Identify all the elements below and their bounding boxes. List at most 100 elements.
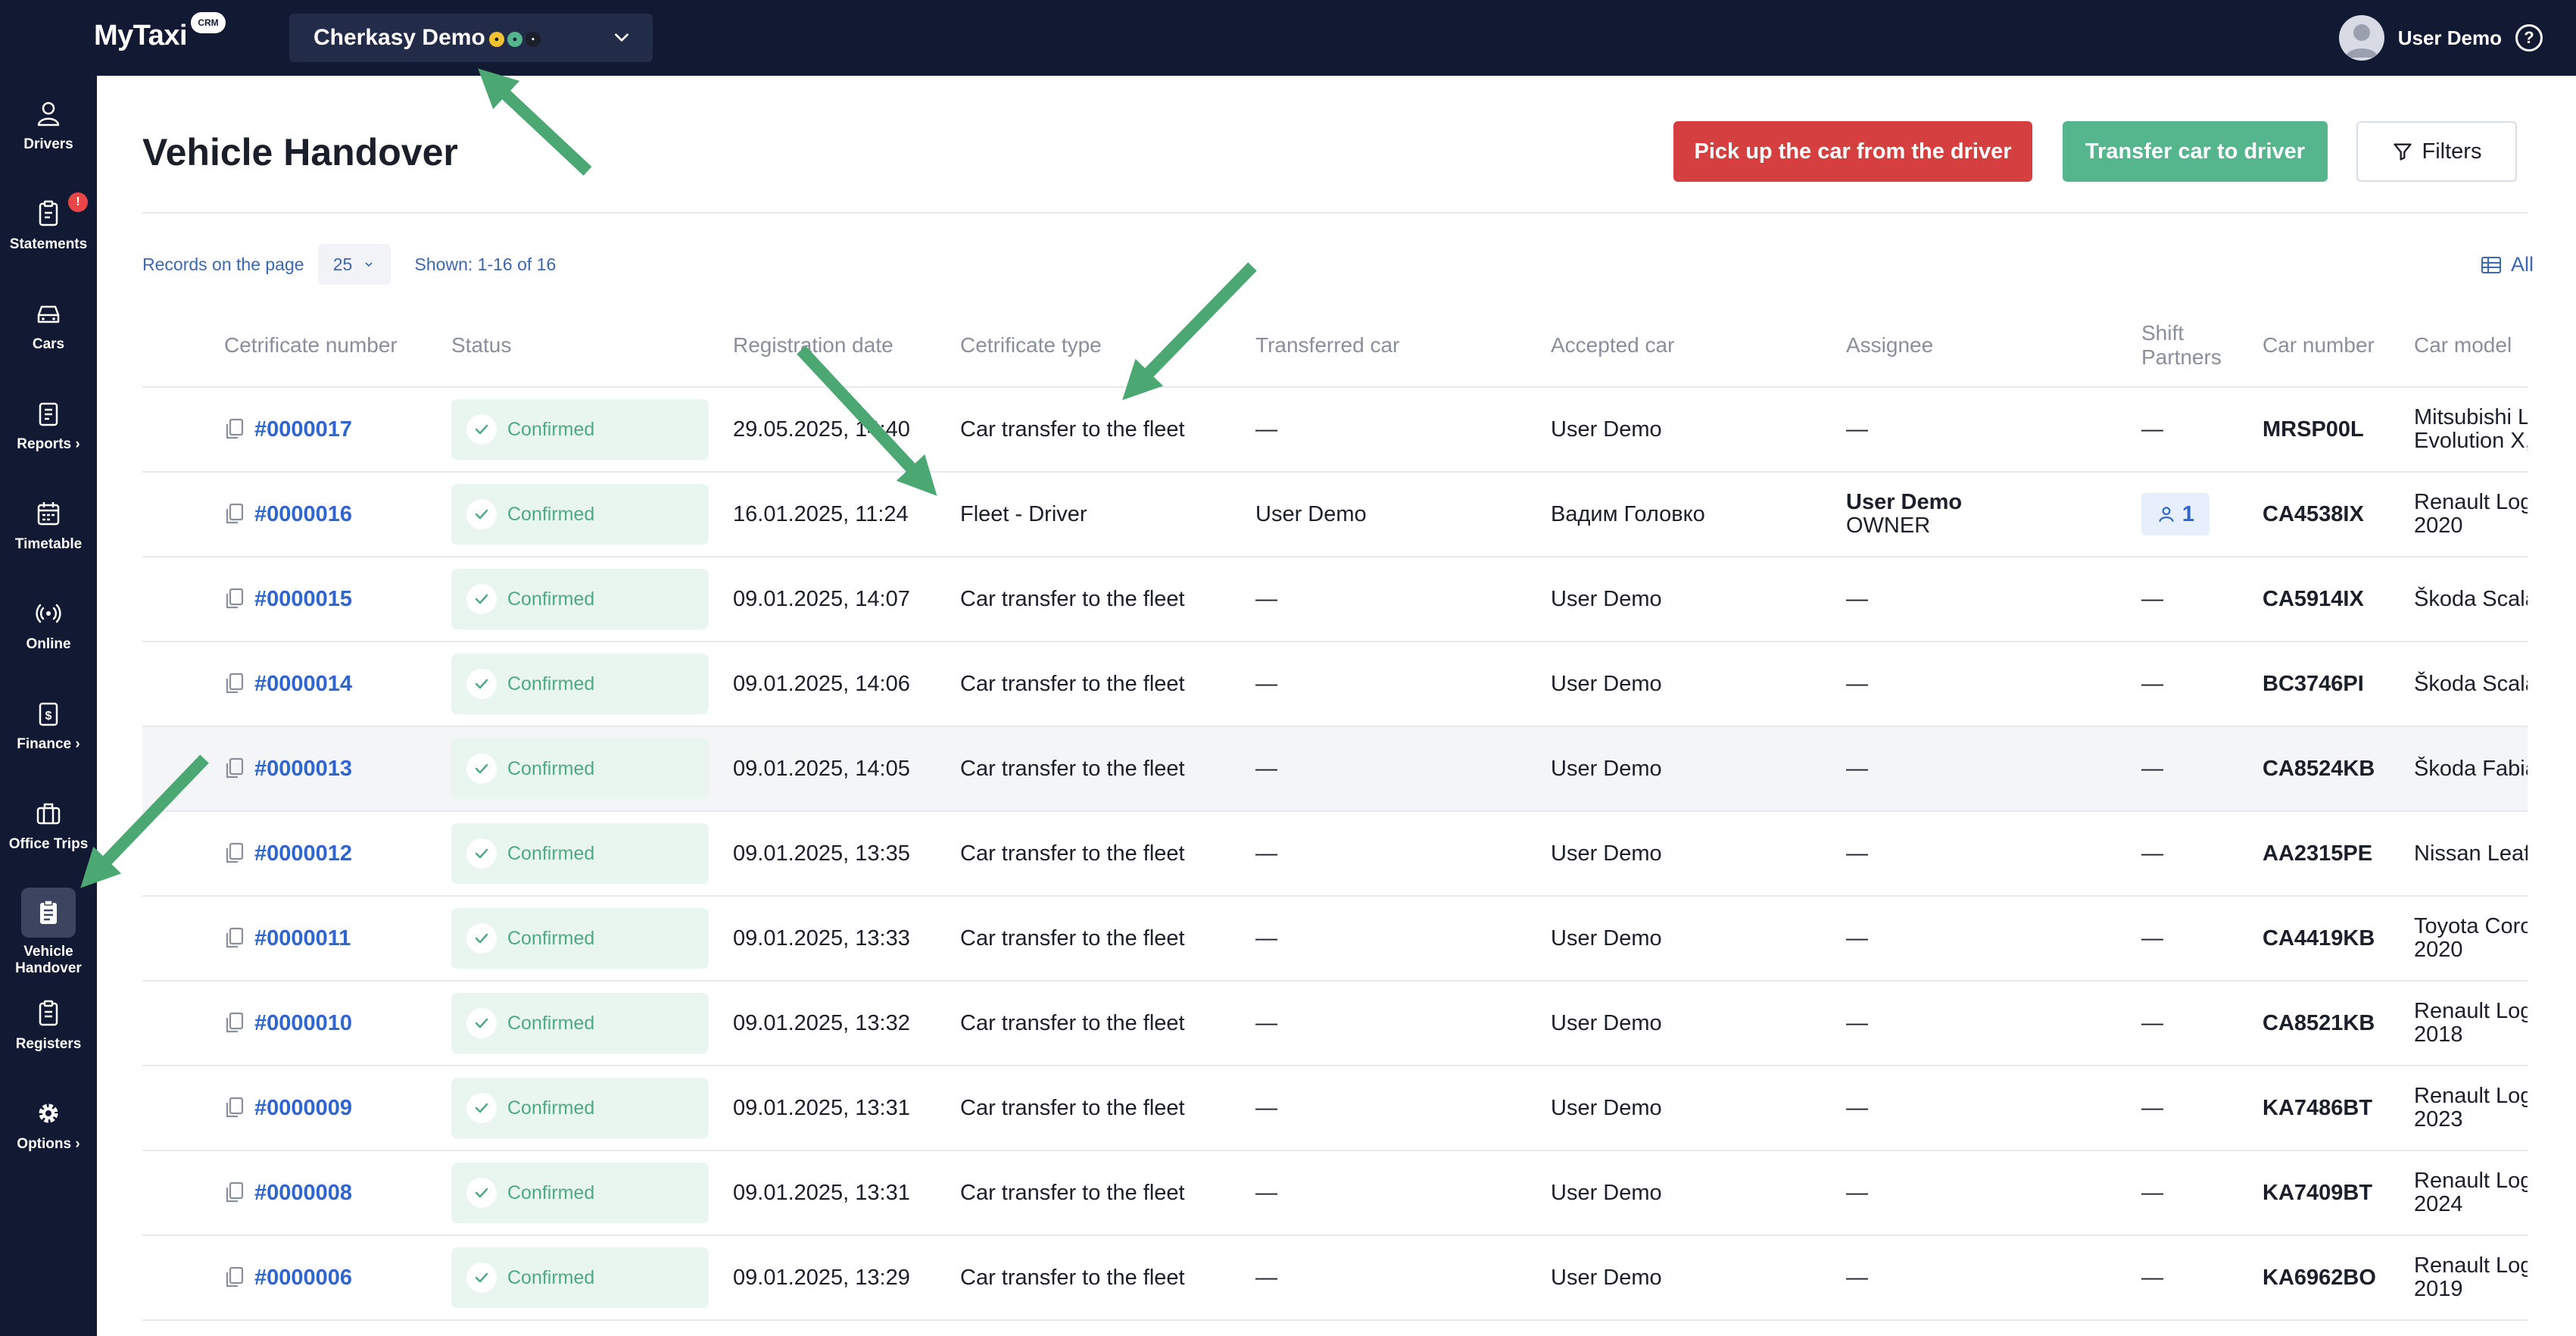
sidebar-item-options[interactable]: Options › [0, 1098, 97, 1153]
status-cell: Confirmed [451, 473, 709, 556]
records-label: Records on the page [142, 254, 304, 274]
sidebar-item-cars[interactable]: Cars [0, 298, 97, 353]
table-row[interactable]: #0000015 Confirmed 09.01.2025, 14:07 Car tr… [142, 557, 2528, 642]
col-shift-partners[interactable]: Shift Partners [2141, 321, 2222, 370]
cert-number-cell[interactable]: #0000017 [224, 388, 352, 471]
table-row[interactable]: #0000012 Confirmed 09.01.2025, 13:35 Car tr… [142, 812, 2528, 897]
copy-icon[interactable] [224, 1266, 244, 1289]
certificate-type: Car transfer to the fleet [960, 1265, 1185, 1290]
cert-number-link[interactable]: #0000016 [254, 502, 352, 527]
status-label: Confirmed [507, 842, 595, 864]
shift-partners-cell: — [2141, 897, 2163, 980]
cert-number-link[interactable]: #0000006 [254, 1266, 352, 1291]
table-row[interactable]: #0000017 Confirmed 29.05.2025, 14:40 Car tr… [142, 388, 2528, 473]
status-ok-icon: ● [507, 32, 522, 47]
columns-toggle[interactable]: All [2481, 253, 2534, 276]
partners-label: Partners [2141, 345, 2222, 369]
cert-number-link[interactable]: #0000017 [254, 417, 352, 442]
status-badge: Confirmed [451, 484, 709, 545]
col-car-number[interactable]: Car number [2263, 333, 2375, 357]
cert-number-cell[interactable]: #0000016 [224, 473, 352, 556]
col-assignee[interactable]: Assignee [1846, 333, 1933, 357]
cert-number-cell[interactable]: #0000009 [224, 1066, 352, 1150]
col-status[interactable]: Status [451, 333, 511, 357]
table-row[interactable]: #0000013 Confirmed 09.01.2025, 14:05 Car tr… [142, 727, 2528, 812]
filters-button[interactable]: Filters [2356, 121, 2517, 182]
cert-number-link[interactable]: #0000010 [254, 1011, 352, 1036]
sidebar-item-statements[interactable]: ! Statements [0, 192, 97, 253]
table-row[interactable]: #0000006 Confirmed 09.01.2025, 13:29 Car tr… [142, 1236, 2528, 1321]
copy-icon[interactable] [224, 503, 244, 526]
company-selector[interactable]: Cherkasy Demo ● ● ▪ [289, 14, 653, 62]
cert-number-link[interactable]: #0000013 [254, 757, 352, 782]
table-row[interactable]: #0000011 Confirmed 09.01.2025, 13:33 Car tr… [142, 897, 2528, 982]
copy-icon[interactable] [224, 1097, 244, 1119]
sidebar-item-registers[interactable]: Registers [0, 998, 97, 1053]
sidebar-item-finance[interactable]: $ Finance › [0, 698, 97, 753]
cert-number-cell[interactable]: #0000006 [224, 1236, 352, 1319]
pick-up-car-button[interactable]: Pick up the car from the driver [1673, 121, 2032, 182]
sidebar-item-reports[interactable]: Reports › [0, 398, 97, 453]
col-accepted-car[interactable]: Accepted car [1551, 333, 1674, 357]
cert-number-cell[interactable]: #0000008 [224, 1151, 352, 1235]
shift-partners-button[interactable]: 1 [2141, 493, 2210, 535]
assignee-name: — [1846, 1010, 1868, 1035]
copy-icon[interactable] [224, 673, 244, 695]
car-model-cell: Škoda Scala [2414, 642, 2528, 726]
cert-number-link[interactable]: #0000011 [254, 926, 351, 951]
car-model-cell: Renault Log 2020 [2414, 473, 2528, 556]
col-reg-date[interactable]: Registration date [733, 333, 893, 357]
col-cert-number[interactable]: Cetrificate number [224, 333, 398, 357]
company-status-icons: ● ● ▪ [489, 32, 541, 47]
cert-number-cell[interactable]: #0000010 [224, 982, 352, 1065]
status-badge: Confirmed [451, 1247, 709, 1308]
cert-number-cell[interactable]: #0000015 [224, 557, 352, 641]
table-row[interactable]: #0000014 Confirmed 09.01.2025, 14:06 Car tr… [142, 642, 2528, 727]
user-menu[interactable]: User Demo ? [2338, 14, 2543, 62]
cert-number-link[interactable]: #0000009 [254, 1096, 352, 1121]
copy-icon[interactable] [224, 588, 244, 610]
assignee-cell: — [1846, 642, 1868, 726]
transfer-car-button[interactable]: Transfer car to driver [2063, 121, 2328, 182]
cert-number-cell[interactable]: #0000014 [224, 642, 352, 726]
certificate-type: Car transfer to the fleet [960, 841, 1185, 866]
table-row[interactable]: #0000008 Confirmed 09.01.2025, 13:31 Car tr… [142, 1151, 2528, 1236]
sidebar-item-office-trips[interactable]: Office Trips [0, 798, 97, 853]
cert-number-link[interactable]: #0000015 [254, 587, 352, 612]
accepted-car: Вадим Головко [1551, 501, 1705, 526]
avatar[interactable] [2338, 15, 2384, 61]
help-icon[interactable]: ? [2515, 24, 2543, 52]
status-badge: Confirmed [451, 569, 709, 629]
per-page-select[interactable]: 25 [317, 244, 391, 285]
avatar-person-icon [2344, 24, 2378, 58]
sidebar-item-online[interactable]: Online [0, 598, 97, 653]
registration-date: 09.01.2025, 13:32 [733, 1010, 910, 1035]
copy-icon[interactable] [224, 1012, 244, 1035]
certificate-type: Car transfer to the fleet [960, 1095, 1185, 1120]
cert-number-cell[interactable]: #0000012 [224, 812, 352, 895]
col-cert-type[interactable]: Cetrificate type [960, 333, 1102, 357]
table-row[interactable]: #0000016 Confirmed 16.01.2025, 11:24 Fleet … [142, 473, 2528, 557]
sidebar-item-timetable[interactable]: Timetable [0, 498, 97, 553]
table-row[interactable]: #0000010 Confirmed 09.01.2025, 13:32 Car tr… [142, 982, 2528, 1066]
sidebar-item-vehicle-handover[interactable]: Vehicle Handover [0, 888, 97, 977]
copy-icon[interactable] [224, 757, 244, 780]
cert-number-link[interactable]: #0000012 [254, 841, 352, 866]
app-logo[interactable]: MyTaxi [94, 20, 188, 52]
col-transferred-car[interactable]: Transferred car [1255, 333, 1399, 357]
copy-icon[interactable] [224, 1181, 244, 1204]
sidebar-item-label: Finance › [17, 736, 80, 752]
car-number: AA2315PE [2263, 841, 2373, 866]
table-row[interactable]: #0000009 Confirmed 09.01.2025, 13:31 Car tr… [142, 1066, 2528, 1151]
sidebar-item-drivers[interactable]: Drivers [0, 98, 97, 153]
copy-icon[interactable] [224, 418, 244, 441]
cert-number-cell[interactable]: #0000011 [224, 897, 351, 980]
car-model-cell: Nissan Leaf [2414, 812, 2528, 895]
copy-icon[interactable] [224, 842, 244, 865]
col-car-model[interactable]: Car model [2414, 333, 2512, 357]
cert-number-link[interactable]: #0000008 [254, 1181, 352, 1206]
registration-date: 09.01.2025, 14:07 [733, 586, 910, 611]
cert-number-link[interactable]: #0000014 [254, 672, 352, 697]
copy-icon[interactable] [224, 927, 244, 950]
cert-number-cell[interactable]: #0000013 [224, 727, 352, 810]
